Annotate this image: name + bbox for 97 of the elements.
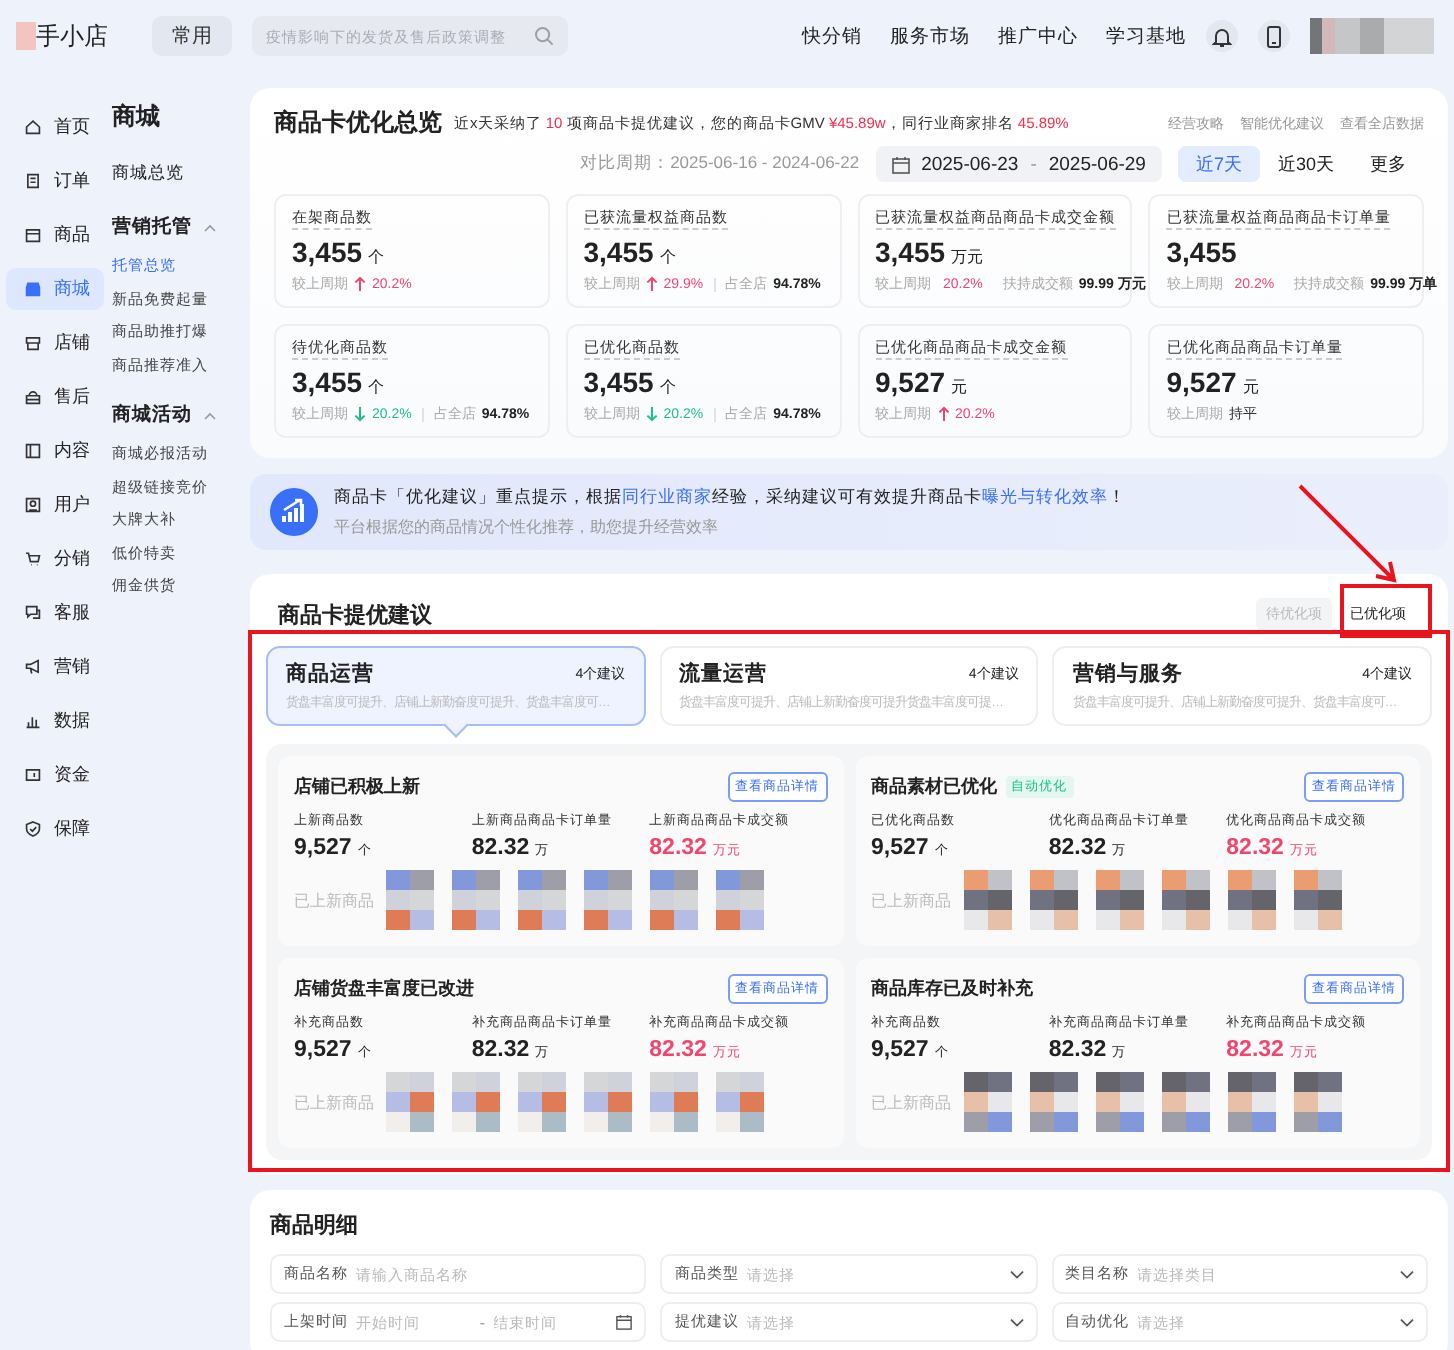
store-icon	[24, 334, 42, 352]
common-button[interactable]: 常用	[152, 16, 232, 56]
sidebar-item[interactable]: 店铺	[0, 316, 112, 370]
submenu-item[interactable]: 商城总览	[112, 162, 248, 186]
stat-value: 82.32	[1048, 836, 1107, 860]
box-icon	[24, 226, 42, 244]
shield-icon	[24, 820, 42, 838]
blurred-avatar[interactable]	[1310, 18, 1434, 54]
sidebar-item[interactable]: 分销	[0, 532, 112, 586]
result-title: 店铺货盘丰富度已改进	[294, 976, 474, 1002]
category-title: 流量运营	[679, 660, 768, 688]
metric-value: 3,455	[292, 236, 363, 268]
metric-value: 9,527	[875, 366, 946, 398]
sidebar-item[interactable]: 客服	[0, 586, 112, 640]
chevron-down-icon	[1399, 1317, 1414, 1327]
sidebar-item[interactable]: 内容	[0, 424, 112, 478]
result-title: 商品库存已及时补充	[871, 976, 1033, 1002]
category-title: 营销与服务	[1072, 660, 1183, 688]
metric-unit: 万元	[951, 246, 984, 268]
sidebar-item[interactable]: 商城	[6, 268, 104, 310]
bag-icon	[24, 388, 42, 406]
metric-unit: 元	[951, 376, 968, 398]
nav-link[interactable]: 推广中心	[998, 23, 1078, 49]
metric-unit: 个	[368, 246, 385, 268]
metric-value: 3,455	[1166, 236, 1237, 268]
sidebar-item[interactable]: 订单	[0, 154, 112, 208]
shop-logo-text[interactable]: 手小店	[36, 19, 108, 53]
shop-icon	[24, 280, 42, 298]
range-separator: -	[479, 1313, 485, 1331]
section-title: 商品卡提优建议	[278, 601, 432, 629]
category-title: 商品运营	[286, 660, 374, 688]
metric-unit: 个	[659, 376, 676, 398]
chevron-icon	[204, 223, 216, 231]
metric-value: 3,455	[583, 236, 654, 268]
sidebar-item[interactable]: 资金	[0, 748, 112, 802]
bar-chart-icon	[24, 712, 42, 730]
nav-link[interactable]: 快分销	[802, 23, 862, 49]
period-tab[interactable]: 近7天	[1177, 146, 1260, 182]
sidebar-item[interactable]: 保障	[0, 802, 112, 856]
sidebar-item[interactable]: 商品	[0, 208, 112, 262]
metric-unit: 个	[368, 376, 385, 398]
metric-value: 3,455	[292, 366, 363, 398]
document-icon	[24, 172, 42, 190]
sidebar-item[interactable]: 数据	[0, 694, 112, 748]
chevron-down-icon	[1399, 1269, 1414, 1279]
stat-value: 82.32	[1048, 1038, 1107, 1062]
nav-link[interactable]: 服务市场	[890, 23, 970, 49]
chevron-icon	[204, 411, 216, 419]
book-icon	[24, 442, 42, 460]
period-tab[interactable]: 近30天	[1259, 146, 1352, 182]
sidebar-item[interactable]: 用户	[0, 478, 112, 532]
chat-icon	[24, 604, 42, 622]
phone-icon[interactable]	[1258, 20, 1290, 52]
stat-value: 82.32	[649, 1038, 707, 1062]
submenu-group[interactable]: 营销托管	[112, 214, 248, 240]
period-tab[interactable]: 更多	[1352, 146, 1424, 182]
stat-value: 9,527	[871, 836, 929, 860]
calendar-icon	[616, 1314, 633, 1330]
metric-unit: 个	[659, 246, 676, 268]
stat-value: 82.32	[1226, 1038, 1284, 1062]
submenu-title: 商城	[112, 100, 162, 134]
date-range-field[interactable]: 2025-06-23 - 2025-06-29	[875, 146, 1162, 182]
blurred-logo-mark	[16, 22, 36, 50]
metric-value: 3,455	[583, 366, 654, 398]
stat-value: 82.32	[649, 836, 707, 860]
result-title: 商品素材已优化	[871, 774, 997, 800]
result-title: 店铺已积极上新	[294, 774, 420, 800]
search-icon	[534, 26, 554, 46]
bell-icon[interactable]	[1206, 20, 1238, 52]
stat-value: 82.32	[1226, 836, 1284, 860]
sidebar-item[interactable]: 首页	[0, 100, 112, 154]
sidebar-item[interactable]: 营销	[0, 640, 112, 694]
overview-title: 商品卡优化总览	[274, 106, 442, 140]
sidebar-item[interactable]: 售后	[0, 370, 112, 424]
compare-period: 对比周期：2025-06-16 - 2024-06-22	[580, 152, 860, 176]
stat-value: 82.32	[471, 1038, 530, 1062]
rising-chart-icon	[270, 488, 318, 536]
stat-value: 9,527	[871, 1038, 929, 1062]
section-title: 商品明细	[270, 1211, 360, 1240]
user-card-icon	[24, 496, 42, 514]
wallet-icon	[24, 766, 42, 784]
stat-value: 82.32	[471, 836, 530, 860]
megaphone-icon	[24, 658, 42, 676]
banner-subtitle: 平台根据您的商品情况个性化推荐，助您提升经营效率	[334, 516, 720, 538]
metric-value: 9,527	[1166, 366, 1237, 398]
nav-link[interactable]: 学习基地	[1106, 23, 1186, 49]
metric-unit: 元	[1242, 376, 1259, 398]
stat-value: 9,527	[294, 1038, 352, 1062]
banner-title: 商品卡「优化建议」重点提示，根据同行业商家经验，采纳建议可有效提升商品卡曝光与转化效率！	[334, 486, 1126, 510]
submenu-group[interactable]: 商城活动	[112, 402, 248, 428]
chevron-down-icon	[1009, 1269, 1024, 1279]
metric-value: 3,455	[875, 236, 946, 268]
cart-icon	[24, 550, 42, 568]
house-icon	[24, 118, 42, 136]
calendar-icon	[891, 155, 910, 173]
chevron-down-icon	[1009, 1317, 1024, 1327]
stat-value: 9,527	[294, 836, 352, 860]
